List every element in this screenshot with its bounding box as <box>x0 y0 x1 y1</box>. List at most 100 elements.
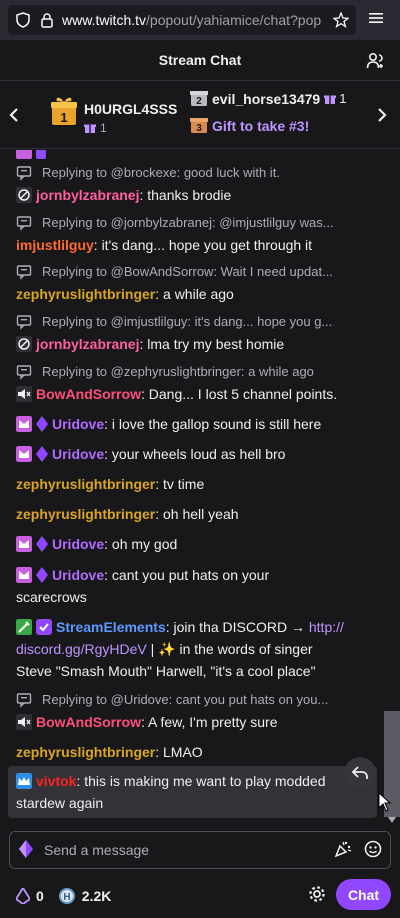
chat-username[interactable]: BowAndSorrow <box>36 386 141 402</box>
leaderboard-first-place[interactable]: 1 H0URGL4SSS 1 <box>48 91 186 141</box>
message-link[interactable]: discord.gg/RgyHDeV <box>16 641 147 657</box>
gift-icon <box>324 95 337 104</box>
message-line: zephyruslightbringer: a while ago <box>16 286 234 302</box>
channel-points-balance[interactable]: H 2.2K <box>58 887 111 905</box>
reply-thread-icon <box>16 365 32 380</box>
reply-context[interactable]: Replying to @zephyruslightbringer: a whi… <box>16 361 374 383</box>
chat-message[interactable]: Replying to @Uridove: cant you put hats … <box>16 689 374 733</box>
chat-send-button[interactable]: Chat <box>336 879 391 910</box>
reply-context[interactable]: Replying to @BowAndSorrow: Wait I need u… <box>16 261 374 283</box>
bookmark-star-icon[interactable] <box>332 11 350 29</box>
no-audio-badge-icon <box>16 336 32 352</box>
chat-username[interactable]: Uridove <box>52 446 104 462</box>
reply-thread-icon <box>16 216 32 231</box>
leaderboard-third-place[interactable]: 3 Gift to take #3! <box>190 114 309 137</box>
reply-context[interactable]: Replying to @imjustlilguy: it's dang... … <box>16 311 374 333</box>
chat-username[interactable]: jornbylzabranej <box>36 187 139 203</box>
subscriber-badge-icon <box>16 536 32 552</box>
chat-message[interactable]: Uridove: cant you put hats on your scarec… <box>16 564 374 608</box>
chat-message[interactable]: Replying to @brockexe: good luck with it… <box>16 162 374 206</box>
reply-thread-icon <box>16 265 32 280</box>
sword-badge-icon <box>16 619 32 635</box>
prime-gem-icon <box>36 536 48 552</box>
chat-message[interactable]: Replying to @BowAndSorrow: Wait I need u… <box>16 261 374 305</box>
bits-gem-icon[interactable] <box>18 839 34 861</box>
chevron-right-icon[interactable] <box>374 105 394 125</box>
url-text[interactable]: www.twitch.tv/popout/yahiamice/chat?pop <box>62 12 326 28</box>
reply-thread-icon <box>16 315 32 330</box>
chat-title: Stream Chat <box>158 52 242 68</box>
chat-footer: 0 H 2.2K Chat <box>0 878 400 914</box>
leaderboard-second-place[interactable]: 2 evil_horse13479 1 <box>190 87 346 110</box>
silver-gift-icon: 2 <box>190 87 208 110</box>
chat-message[interactable]: zephyruslightbringer: oh hell yeah <box>16 503 374 525</box>
settings-gear-icon[interactable] <box>308 885 326 903</box>
reply-context[interactable]: Replying to @Uridove: cant you put hats … <box>16 689 374 711</box>
gift-cta-link[interactable]: Gift to take #3! <box>212 118 309 134</box>
reply-context[interactable]: Replying to @jornbylzabranej: @imjustlil… <box>16 212 374 234</box>
svg-text:2: 2 <box>196 96 202 107</box>
muted-speaker-badge-icon <box>16 386 32 402</box>
bronze-gift-icon: 3 <box>190 114 208 137</box>
chat-username[interactable]: jornbylzabranej <box>36 336 139 352</box>
chat-username[interactable]: zephyruslightbringer <box>16 476 155 492</box>
chat-username[interactable]: zephyruslightbringer <box>16 286 155 302</box>
subscriber-badge-icon <box>16 446 32 462</box>
chat-username[interactable]: Uridove <box>52 536 104 552</box>
prime-gem-icon <box>36 446 48 462</box>
chat-message[interactable]: Replying to @imjustlilguy: it's dang... … <box>16 311 374 355</box>
community-users-icon[interactable] <box>366 51 386 71</box>
message-input-placeholder[interactable]: Send a message <box>44 842 334 858</box>
chat-message[interactable]: StreamElements: join tha DISCORD → http:… <box>16 616 374 682</box>
chat-username[interactable]: zephyruslightbringer <box>16 744 155 760</box>
verified-bot-badge-icon <box>36 619 52 635</box>
svg-text:3: 3 <box>196 123 202 134</box>
reply-context[interactable]: Replying to @brockexe: good luck with it… <box>16 162 374 184</box>
chat-input-box[interactable]: Send a message <box>9 831 391 869</box>
chat-message[interactable]: Uridove: i love the gallop sound is stil… <box>16 413 374 435</box>
reply-arrow-icon <box>351 766 368 779</box>
bits-balance[interactable]: 0 <box>16 888 44 904</box>
shield-icon[interactable] <box>14 11 32 29</box>
emote-picker-icon[interactable] <box>364 840 382 861</box>
subscriber-badge-icon <box>16 567 32 583</box>
svg-text:H: H <box>63 892 70 903</box>
chat-username[interactable]: vivtok <box>36 773 76 789</box>
chat-message-hovered[interactable]: vivtok: this is making me want to play m… <box>8 766 377 818</box>
address-bar[interactable]: www.twitch.tv/popout/yahiamice/chat?pop <box>8 5 356 35</box>
prime-gem-icon <box>36 416 48 432</box>
message-line: jornbylzabranej: lma try my best homie <box>16 333 374 355</box>
leaderboard-first-count: 1 <box>84 121 107 135</box>
message-link[interactable]: http:// <box>309 619 344 635</box>
bits-icon <box>16 888 30 904</box>
chat-username[interactable]: BowAndSorrow <box>36 714 141 730</box>
lock-icon[interactable] <box>38 11 56 29</box>
mouse-cursor-icon <box>378 791 392 812</box>
reply-button[interactable] <box>344 757 376 789</box>
chat-username[interactable]: Uridove <box>52 567 104 583</box>
chat-username[interactable]: Uridove <box>52 416 104 432</box>
chat-message[interactable]: zephyruslightbringer: tv time <box>16 473 374 495</box>
chat-scrollbar[interactable] <box>384 150 400 823</box>
confetti-icon[interactable] <box>334 840 352 861</box>
hamburger-menu-icon[interactable] <box>368 10 388 30</box>
chat-message[interactable]: Uridove: oh my god <box>16 533 374 555</box>
message-line: jornbylzabranej: thanks brodie <box>16 184 374 206</box>
gift-leaderboard: 1 H0URGL4SSS 1 2 evil_horse13479 1 3 Gif… <box>0 81 400 149</box>
message-line: BowAndSorrow: Dang... I lost 5 channel p… <box>16 383 374 405</box>
leaderboard-first-name: H0URGL4SSS <box>84 101 178 117</box>
chat-username[interactable]: imjustlilguy <box>16 237 94 253</box>
leaderboard-second-name: evil_horse13479 <box>212 90 321 107</box>
chat-header: Stream Chat <box>0 40 400 81</box>
chat-message[interactable]: Uridove: your wheels loud as hell bro <box>16 443 374 465</box>
chat-username[interactable]: zephyruslightbringer <box>16 506 155 522</box>
chat-message-partial <box>16 150 374 162</box>
reply-thread-icon <box>16 166 32 181</box>
chat-message-list[interactable]: Replying to @brockexe: good luck with it… <box>0 150 400 818</box>
svg-text:1: 1 <box>60 110 67 125</box>
chat-username[interactable]: StreamElements <box>56 619 166 635</box>
chat-message[interactable]: Replying to @jornbylzabranej: @imjustlil… <box>16 212 374 256</box>
chevron-left-icon[interactable] <box>6 105 26 125</box>
chat-message[interactable]: zephyruslightbringer: LMAO <box>16 741 374 763</box>
chat-message[interactable]: Replying to @zephyruslightbringer: a whi… <box>16 361 374 405</box>
